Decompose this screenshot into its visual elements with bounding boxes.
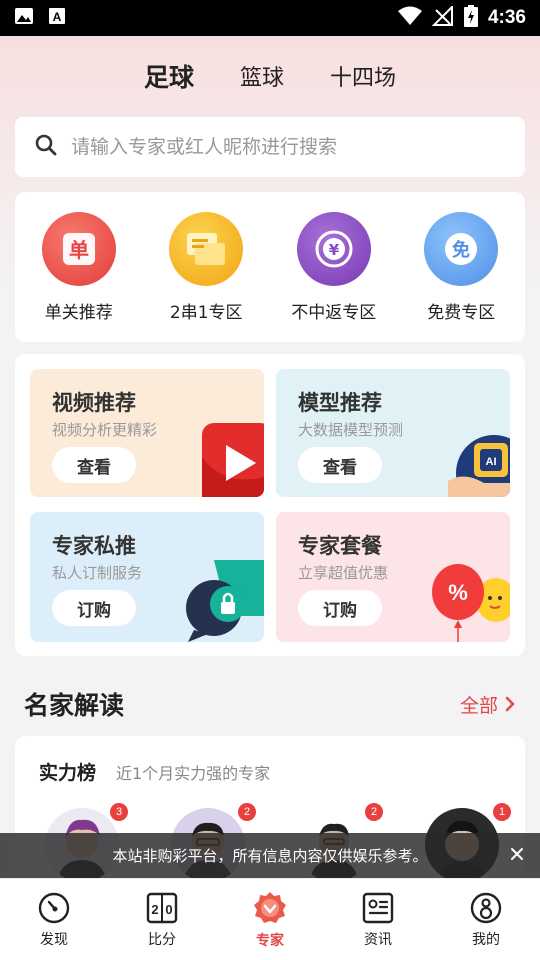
quick-label: 免费专区: [427, 302, 496, 323]
view-all-label: 全部: [459, 694, 498, 717]
order-button[interactable]: 订购: [52, 590, 136, 626]
experts-section-header: 名家解读 全部: [24, 686, 516, 722]
close-icon[interactable]: [508, 845, 526, 867]
free-icon: 免: [424, 211, 499, 286]
quick-single-recommend[interactable]: 单 单关推荐: [24, 211, 134, 323]
discount-balloon-icon: %: [432, 564, 510, 642]
quick-refund-zone[interactable]: ¥ 不中返专区: [279, 211, 389, 323]
svg-text:%: %: [448, 580, 468, 605]
battery-charging-icon: [463, 5, 478, 31]
rank-badge: 2: [238, 803, 256, 821]
svg-text:0: 0: [165, 902, 172, 917]
section-title: 名家解读: [24, 691, 125, 720]
play-video-icon: [202, 423, 264, 497]
gallery-notification-icon: [14, 7, 34, 29]
ranking-title: 实力榜: [37, 758, 97, 789]
sport-tabs: 足球 篮球 十四场: [0, 58, 540, 96]
quick-label: 不中返专区: [291, 302, 377, 323]
quick-label: 单关推荐: [44, 302, 113, 323]
view-button[interactable]: 查看: [298, 447, 382, 483]
svg-text:AI: AI: [486, 456, 497, 468]
single-icon: 单: [41, 211, 116, 286]
tab-basketball[interactable]: 篮球: [240, 60, 284, 92]
svg-text:A: A: [53, 10, 62, 24]
quick-entries: 单 单关推荐 2串1专区 ¥ 不中返专区 免 免费专区: [15, 192, 525, 342]
tab-football[interactable]: 足球: [143, 58, 194, 96]
nav-discover[interactable]: 发现: [14, 891, 94, 949]
nav-label: 比分: [148, 931, 176, 948]
tab-label: 足球: [143, 63, 194, 92]
nav-profile[interactable]: 我的: [446, 891, 526, 949]
ai-chip-icon: AI: [448, 435, 510, 497]
svg-text:¥: ¥: [329, 241, 340, 259]
quick-label: 2串1专区: [169, 302, 243, 323]
disclaimer-toast: 本站非购彩平台，所有信息内容仅供娱乐参考。: [0, 833, 540, 878]
news-icon: [362, 892, 394, 923]
lock-chat-icon: [186, 560, 264, 642]
promo-grid: 视频推荐 视频分析更精彩 查看 模型推荐 大数据模型预测 查看 AI 专家私推 …: [15, 354, 525, 656]
video-recommend-card[interactable]: 视频推荐 视频分析更精彩 查看: [30, 369, 264, 497]
nav-news[interactable]: 资讯: [338, 891, 418, 949]
profile-icon: [470, 892, 502, 923]
model-recommend-card[interactable]: 模型推荐 大数据模型预测 查看 AI: [276, 369, 510, 497]
bottom-navigation: 发现 20 比分 专家 资讯 我的: [0, 878, 540, 960]
disclaimer-text: 本站非购彩平台，所有信息内容仅供娱乐参考。: [112, 847, 428, 865]
nav-score[interactable]: 20 比分: [122, 891, 202, 949]
card-stack-icon: [169, 211, 244, 286]
search-bar[interactable]: [15, 117, 525, 177]
view-all-link[interactable]: 全部: [460, 691, 516, 718]
svg-text:2: 2: [151, 902, 158, 917]
nav-label: 我的: [472, 931, 500, 948]
scoreboard-icon: 20: [146, 892, 178, 923]
text-notification-icon: A: [48, 7, 66, 29]
card-title: 专家套餐: [298, 534, 382, 558]
search-input[interactable]: [71, 136, 491, 158]
nav-label: 发现: [40, 931, 68, 948]
nav-label: 专家: [256, 932, 284, 949]
status-bar: A 4:36: [0, 0, 540, 36]
view-button[interactable]: 查看: [52, 447, 136, 483]
card-subtitle: 视频分析更精彩: [52, 421, 158, 439]
nav-expert[interactable]: 专家: [230, 890, 310, 950]
card-title: 模型推荐: [298, 391, 382, 415]
package-card[interactable]: 专家套餐 立享超值优惠 订购 %: [276, 512, 510, 642]
rank-badge: 2: [365, 803, 383, 821]
quick-two-in-one[interactable]: 2串1专区: [151, 211, 261, 323]
tab-fourteen-matches[interactable]: 十四场: [330, 60, 396, 92]
card-title: 视频推荐: [52, 391, 136, 415]
ranking-subtitle: 近1个月实力强的专家: [116, 764, 271, 783]
ranking-title-label: 实力榜: [39, 762, 97, 784]
card-subtitle: 立享超值优惠: [298, 564, 389, 582]
expert-badge-icon: [254, 891, 286, 923]
svg-text:免: 免: [452, 239, 470, 261]
wifi-icon: [397, 6, 422, 30]
quick-free-zone[interactable]: 免 免费专区: [406, 211, 516, 323]
chevron-right-icon: [505, 696, 515, 712]
private-recommend-card[interactable]: 专家私推 私人订制服务 订购: [30, 512, 264, 642]
card-subtitle: 大数据模型预测: [298, 421, 404, 439]
rank-badge: 3: [110, 803, 128, 821]
search-icon: [35, 134, 57, 160]
order-button[interactable]: 订购: [298, 590, 382, 626]
svg-text:单: 单: [69, 238, 89, 262]
card-subtitle: 私人订制服务: [52, 564, 143, 582]
compass-icon: [38, 892, 70, 923]
no-signal-icon: [431, 4, 454, 30]
rank-badge: 1: [493, 803, 511, 821]
nav-label: 资讯: [364, 931, 392, 948]
card-title: 专家私推: [52, 534, 136, 558]
clock: 4:36: [487, 7, 526, 28]
yen-coin-icon: ¥: [296, 211, 371, 286]
